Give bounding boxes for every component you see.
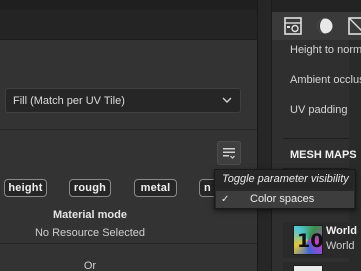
texture-set-settings-icon: [284, 17, 302, 35]
menu-item-color-spaces[interactable]: ✓ Color spaces: [216, 191, 354, 208]
section-divider: [283, 138, 349, 139]
chevron-down-icon: [222, 97, 232, 103]
material-mode-title: Material mode: [53, 209, 127, 221]
display-settings-icon: [348, 17, 361, 35]
filter-list-icon: [223, 148, 235, 159]
menu-title: Toggle parameter visibility: [222, 173, 349, 185]
uv-padding-label: UV padding: [290, 104, 348, 116]
mesh-map-slot[interactable]: [283, 262, 349, 271]
parameter-visibility-menu: Toggle parameter visibility ✓ Color spac…: [214, 169, 356, 209]
mesh-map-name: World: [326, 225, 357, 237]
mesh-maps-header[interactable]: MESH MAPS: [290, 149, 357, 161]
section-divider: [0, 129, 257, 130]
height-to-normal-label: Height to normal: [290, 44, 361, 56]
channel-pill-label: metal: [140, 182, 171, 194]
menu-item-label: Color spaces: [250, 193, 315, 205]
channel-pill-label: n: [204, 182, 211, 194]
tab-display-settings[interactable]: [347, 16, 361, 36]
fill-mode-dropdown-value: Fill (Match per UV Tile): [13, 94, 125, 107]
environment-sphere-icon: [317, 18, 333, 34]
tab-environment[interactable]: [315, 16, 335, 36]
channel-pill-label: height: [8, 182, 43, 194]
thumbnail-text: 10: [297, 230, 324, 252]
mesh-map-thumbnail: [293, 265, 323, 271]
ambient-occlusion-label: Ambient occlusion: [290, 74, 361, 86]
fill-mode-dropdown[interactable]: Fill (Match per UV Tile): [5, 88, 241, 113]
properties-panel-header: [0, 0, 257, 40]
mesh-map-subtitle: World: [326, 240, 355, 252]
or-label: Or: [83, 260, 97, 271]
mesh-map-slot[interactable]: 10 World World: [283, 222, 357, 258]
section-divider: [0, 243, 257, 244]
checkmark-icon: ✓: [221, 194, 230, 205]
tab-texture-set-settings[interactable]: [283, 16, 303, 36]
material-mode-value[interactable]: No Resource Selected: [0, 227, 180, 239]
channel-pill-metallic[interactable]: metal: [134, 179, 177, 197]
parameter-visibility-button[interactable]: [217, 141, 241, 165]
panel-splitter[interactable]: [257, 0, 272, 271]
channel-pill-roughness[interactable]: rough: [69, 179, 111, 197]
channel-pill-height[interactable]: height: [4, 179, 47, 197]
tab-bar-strip: [272, 0, 361, 12]
mesh-map-thumbnail: 10: [293, 225, 323, 255]
channel-pill-label: rough: [73, 182, 107, 194]
